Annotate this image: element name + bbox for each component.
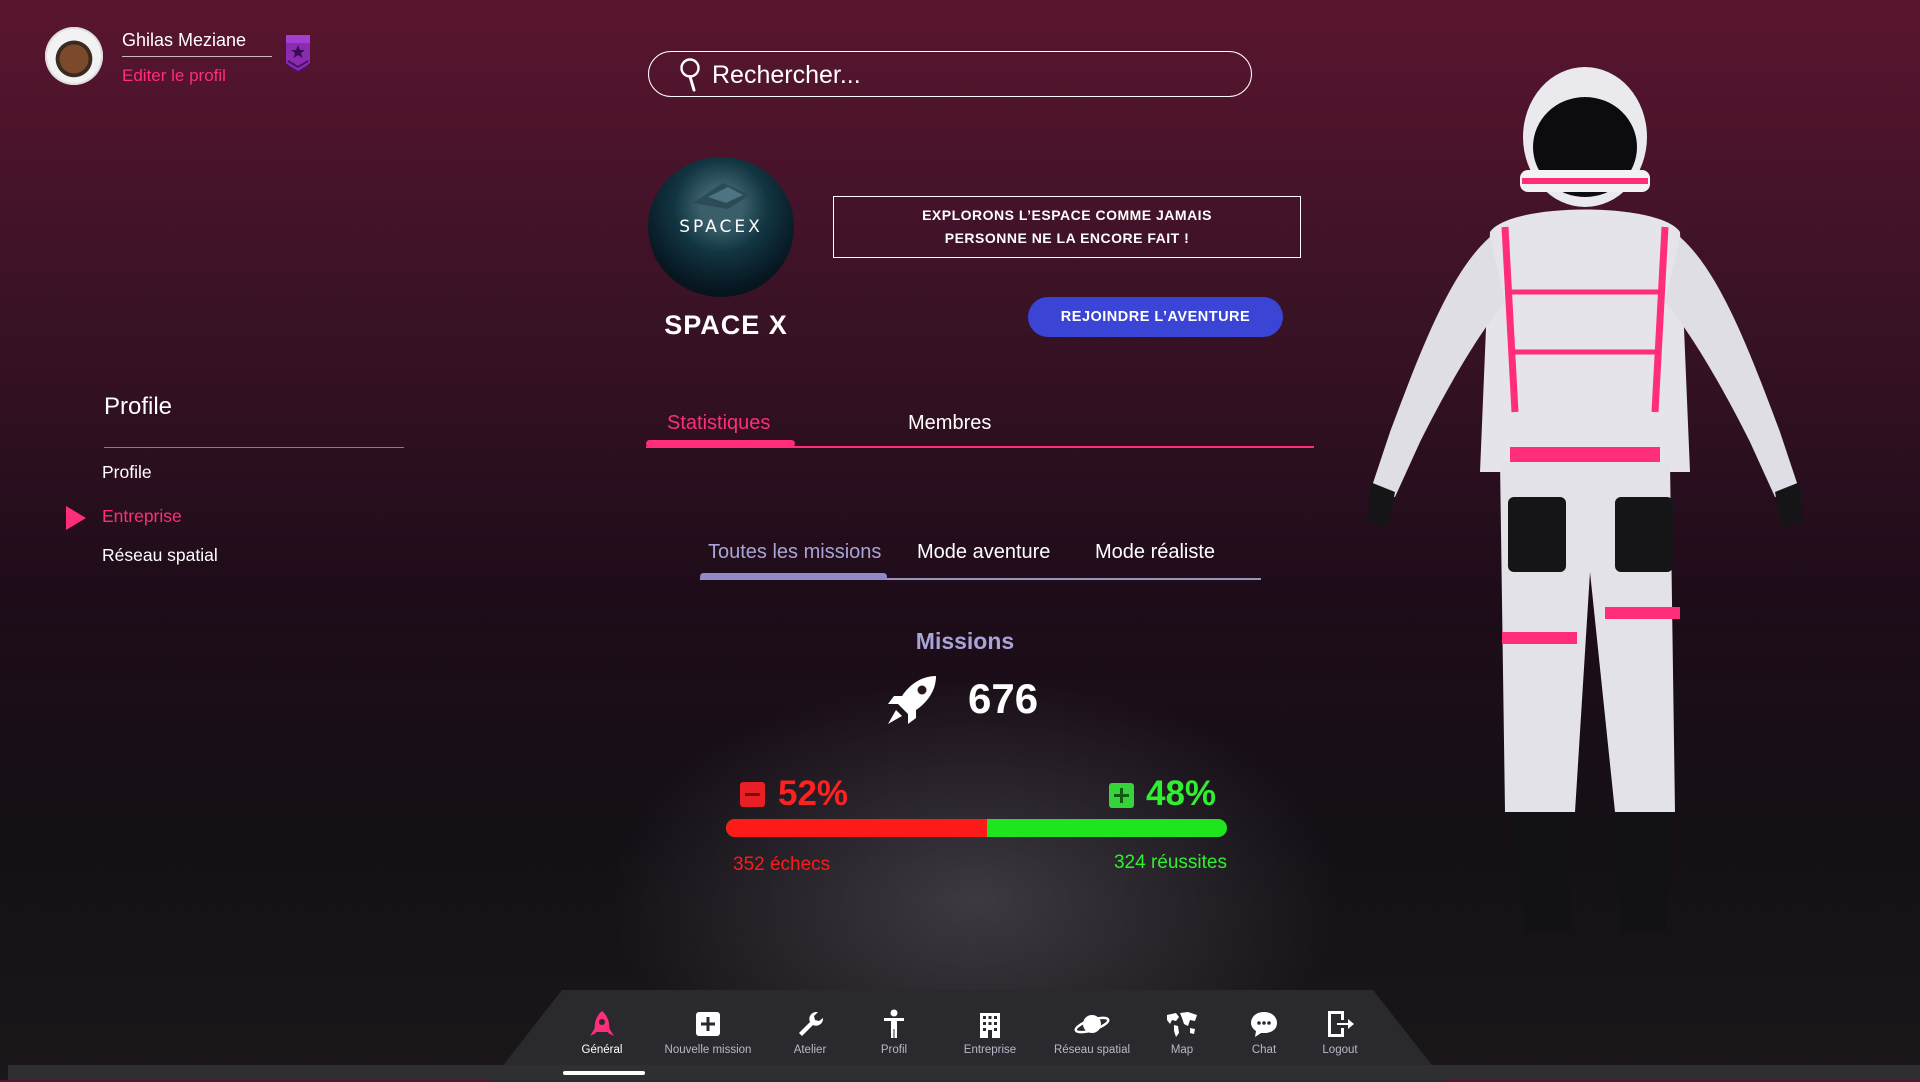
missions-title: Missions: [915, 628, 1015, 654]
success-percentage: 48%: [1146, 774, 1217, 813]
plus-square-icon: [696, 1012, 720, 1036]
search-input[interactable]: [712, 58, 1232, 92]
user-divider: [122, 56, 272, 57]
subtab-toutes-missions[interactable]: Toutes les missions: [708, 541, 881, 564]
nav-item-atelier[interactable]: Atelier: [765, 1008, 855, 1056]
company-logo-text: SPACEX: [679, 217, 763, 237]
nav-item-nouvelle-mission[interactable]: Nouvelle mission: [663, 1008, 753, 1056]
nav-label-entreprise: Entreprise: [963, 1044, 1017, 1056]
side-item-reseau-spatial[interactable]: Réseau spatial: [102, 545, 218, 566]
side-menu-title: Profile: [104, 393, 173, 420]
nav-label-nouvelle-mission: Nouvelle mission: [664, 1044, 752, 1056]
search-icon: [680, 58, 700, 92]
tab-statistiques[interactable]: Statistiques: [667, 412, 770, 435]
nav-item-reseau-spatial[interactable]: Réseau spatial: [1047, 1008, 1137, 1056]
rocket-icon: [888, 676, 936, 724]
chat-bubble-icon: [1251, 1012, 1277, 1037]
fail-percentage: 52%: [778, 774, 849, 813]
rank-badge-icon: [286, 35, 310, 74]
building-icon: [980, 1013, 1000, 1038]
side-item-entreprise[interactable]: Entreprise: [102, 506, 182, 527]
company-motto: EXPLORONS L’ESPACE COMME JAMAIS PERSONNE…: [833, 196, 1301, 258]
planet-icon: [1074, 1015, 1110, 1034]
join-adventure-button[interactable]: REJOINDRE L’AVENTURE: [1028, 297, 1283, 337]
subtab-mode-realiste[interactable]: Mode réaliste: [1095, 541, 1215, 564]
world-map-icon: [1167, 1012, 1197, 1037]
nav-label-logout: Logout: [1322, 1044, 1358, 1056]
nav-item-general[interactable]: Général: [557, 1008, 647, 1056]
fail-count-text: 352 échecs: [733, 854, 831, 875]
fail-bar-fill: [726, 819, 987, 837]
active-marker-icon: [66, 506, 86, 530]
nav-item-map[interactable]: Map: [1137, 1008, 1227, 1056]
nav-label-reseau-spatial: Réseau spatial: [1053, 1044, 1131, 1056]
company-logo: SPACEX: [648, 157, 794, 297]
bottom-strip: [8, 1065, 1920, 1080]
nav-active-indicator: [563, 1071, 645, 1075]
wrench-icon: [799, 1012, 824, 1036]
missions-count: 676: [968, 675, 1039, 722]
tab-membres[interactable]: Membres: [908, 412, 991, 435]
side-item-profile[interactable]: Profile: [102, 462, 152, 483]
astronaut-illustration: [1368, 67, 1802, 932]
dragon-capsule-icon: [693, 183, 750, 209]
company-name: SPACE X: [664, 310, 788, 340]
person-icon: [884, 1009, 904, 1038]
edit-profile-link[interactable]: Editer le profil: [122, 66, 226, 86]
user-name: Ghilas Meziane: [122, 30, 247, 50]
subtab-mode-aventure[interactable]: Mode aventure: [917, 541, 1050, 564]
logout-icon: [1328, 1011, 1354, 1037]
nav-item-profil[interactable]: Profil: [849, 1008, 939, 1056]
side-menu-divider: [104, 447, 404, 448]
active-tab-indicator: [646, 440, 795, 447]
rocket-icon: [590, 1011, 614, 1036]
active-subtab-indicator: [700, 573, 887, 580]
nav-label-profil: Profil: [880, 1044, 908, 1056]
minus-square-icon: [740, 782, 765, 807]
nav-item-entreprise[interactable]: Entreprise: [945, 1008, 1035, 1056]
success-count-text: 324 réussites: [1113, 852, 1227, 873]
plus-square-icon: [1109, 783, 1134, 808]
success-rate-bar: [726, 819, 1227, 837]
nav-label-map: Map: [1170, 1044, 1194, 1056]
user-avatar[interactable]: [45, 27, 103, 85]
nav-label-general: Général: [581, 1044, 623, 1056]
nav-item-logout[interactable]: Logout: [1295, 1008, 1385, 1056]
nav-label-atelier: Atelier: [793, 1044, 827, 1056]
